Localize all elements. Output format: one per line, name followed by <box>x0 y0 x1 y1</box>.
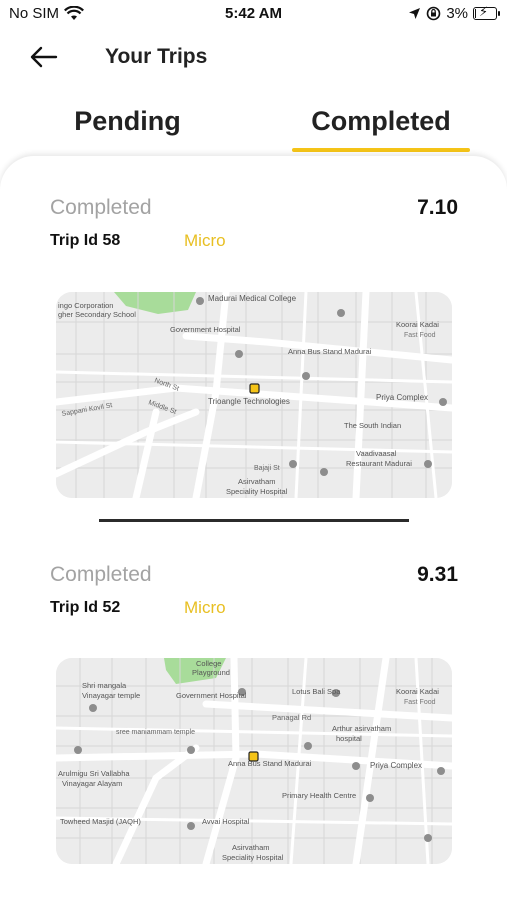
active-tab-indicator <box>292 148 470 152</box>
trip-divider <box>99 519 409 522</box>
map-label: hospital <box>336 734 362 743</box>
trips-list[interactable]: Completed 7.10 Trip Id 58 Micro Madurai … <box>0 156 507 900</box>
map-label: Fast Food <box>404 699 436 706</box>
map-label: Koorai Kadai <box>396 320 439 329</box>
trip-map[interactable]: Madurai Medical College Government Hospi… <box>56 292 452 498</box>
map-label: Trioangle Technologies <box>208 397 290 406</box>
map-label: Government Hospital <box>176 691 247 700</box>
tab-bar: Pending Completed <box>0 100 507 156</box>
back-button[interactable] <box>28 42 60 72</box>
trip-id: Trip Id 52 <box>50 599 121 616</box>
map-label: gher Secondary School <box>58 310 136 319</box>
map-label: Priya Complex <box>370 761 422 770</box>
trip-fare: 7.10 <box>417 196 458 219</box>
battery-icon: ⚡ <box>473 4 500 20</box>
orientation-lock-icon <box>427 6 441 21</box>
map-label: Anna Bus Stand Madurai <box>288 347 372 356</box>
map-label: Playground <box>192 668 230 677</box>
map-label: Towheed Masjid (JAQH) <box>60 817 141 826</box>
map-label: Priya Complex <box>376 393 428 402</box>
trip-status: Completed <box>50 196 152 219</box>
map-label: Lotus Bali Spa <box>292 687 341 696</box>
map-label: Arulmigu Sri Vallabha <box>58 769 130 778</box>
map-label: Primary Health Centre <box>282 791 356 800</box>
trip-status: Completed <box>50 563 152 586</box>
map-label: ingo Corporation <box>58 301 113 310</box>
header: Your Trips <box>0 36 507 80</box>
map-label: Shri mangala <box>82 681 127 690</box>
map-label: Bajaji St <box>254 465 280 472</box>
map-label: Vaadivaasal <box>356 449 397 458</box>
trip-id: Trip Id 58 <box>50 232 121 249</box>
battery-percent: 3% <box>446 5 468 22</box>
map-label: Speciality Hospital <box>226 487 288 496</box>
map-label: Government Hospital <box>170 325 241 334</box>
arrow-left-icon <box>30 46 58 68</box>
map-label: Panagal Rd <box>272 713 311 722</box>
map-label: Asirvatham <box>238 477 276 486</box>
map-label: The South Indian <box>344 421 401 430</box>
map-label: Anna Bus Stand Madurai <box>228 759 312 768</box>
map-label: Arthur asirvatham <box>332 724 391 733</box>
map-label: Madurai Medical College <box>208 294 297 303</box>
charging-bolt-icon: ⚡ <box>479 4 489 19</box>
trip-fare: 9.31 <box>417 563 458 586</box>
map-label: Avvai Hospital <box>202 817 250 826</box>
map-label: Restaurant Madurai <box>346 459 412 468</box>
map-label: Vinayagar Alayam <box>62 779 122 788</box>
tab-completed[interactable]: Completed <box>292 100 470 152</box>
map-label: Fast Food <box>404 332 436 339</box>
map-label: Vinayagar temple <box>82 691 140 700</box>
trip-vehicle-type: Micro <box>184 231 226 250</box>
map-label: Asirvatham <box>232 843 270 852</box>
status-bar: No SIM 5:42 AM 3% ⚡ <box>0 0 507 30</box>
trip-vehicle-type: Micro <box>184 598 226 617</box>
map-label: Koorai Kadai <box>396 687 439 696</box>
location-arrow-icon <box>409 8 421 19</box>
map-label: College <box>196 659 221 668</box>
tab-pending[interactable]: Pending <box>60 100 195 152</box>
page-title: Your Trips <box>105 45 208 68</box>
trip-map[interactable]: College Playground Government Hospital L… <box>56 658 452 864</box>
map-label: sree maniammam temple <box>116 729 195 736</box>
map-label: Speciality Hospital <box>222 853 284 862</box>
